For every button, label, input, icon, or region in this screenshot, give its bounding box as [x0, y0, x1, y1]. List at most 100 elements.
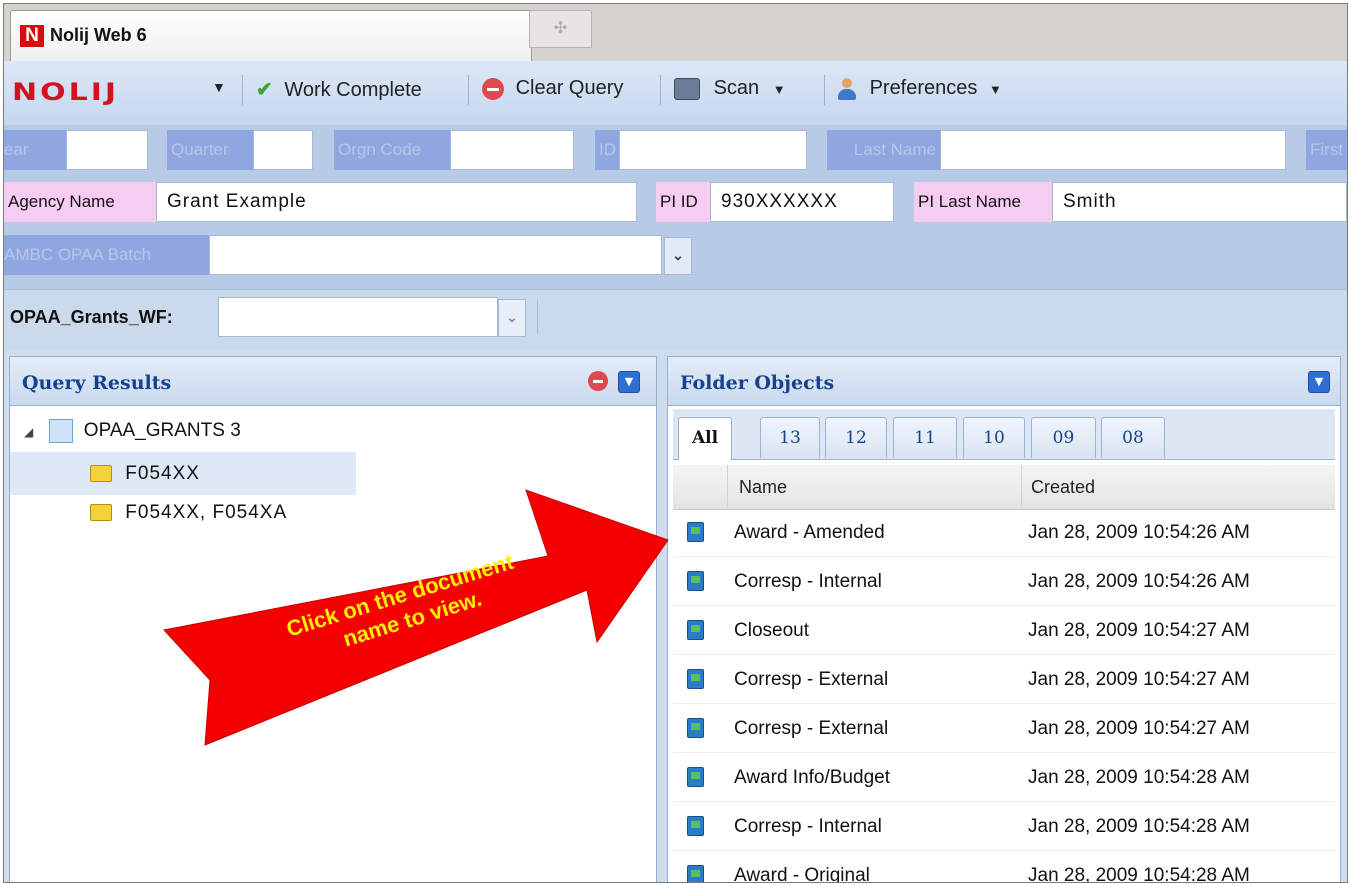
scan-button[interactable]: Scan ▼ — [674, 77, 786, 100]
tree-item-folder[interactable]: F054XX, F054XA — [90, 493, 287, 533]
folder-objects-panel: Folder Objects ▼ All 13 12 11 10 09 08 N… — [667, 356, 1341, 883]
document-name-link[interactable]: Corresp - Internal — [734, 558, 882, 605]
document-name-link[interactable]: Corresp - External — [734, 656, 888, 703]
batch-dropdown-button[interactable]: ⌄ — [664, 237, 692, 275]
workflow-bar: OPAA_Grants_WF: ⌄ — [4, 289, 1347, 350]
browser-tab-strip: N Nolij Web 6 ✣ — [4, 4, 1347, 62]
tab-09[interactable]: 09 — [1031, 417, 1096, 458]
id-input[interactable] — [619, 130, 807, 170]
document-icon — [687, 522, 704, 542]
toolbar-divider — [824, 75, 825, 105]
table-row[interactable]: Closeout Jan 28, 2009 10:54:27 AM — [673, 607, 1335, 655]
chevron-down-icon: ▼ — [988, 82, 1002, 97]
table-row[interactable]: Award - Original Jan 28, 2009 10:54:28 AM — [673, 852, 1335, 883]
batch-select[interactable] — [209, 235, 662, 275]
workflow-dropdown-button[interactable]: ⌄ — [498, 299, 526, 337]
query-form: Year Quarter Orgn Code ID Last Name Firs… — [4, 125, 1347, 289]
document-name-link[interactable]: Corresp - Internal — [734, 803, 882, 850]
folder-objects-header: Folder Objects ▼ — [668, 357, 1340, 406]
query-results-header: Query Results ▼ — [10, 357, 656, 406]
tab-nolij-web[interactable]: N Nolij Web 6 — [10, 10, 532, 62]
table-row[interactable]: Corresp - Internal Jan 28, 2009 10:54:26 … — [673, 558, 1335, 606]
document-created-date: Jan 28, 2009 10:54:28 AM — [1028, 865, 1250, 883]
stop-icon[interactable] — [588, 371, 608, 391]
table-row[interactable]: Corresp - Internal Jan 28, 2009 10:54:28 … — [673, 803, 1335, 851]
toolbar-divider — [660, 75, 661, 105]
tab-all[interactable]: All — [678, 417, 732, 460]
tab-title: Nolij Web 6 — [50, 25, 147, 45]
document-created-date: Jan 28, 2009 10:54:26 AM — [1028, 571, 1250, 592]
panel-menu-chevron-icon[interactable]: ▼ — [618, 371, 640, 393]
table-row[interactable]: Corresp - External Jan 28, 2009 10:54:27 … — [673, 656, 1335, 704]
work-complete-button[interactable]: ✔ Work Complete — [256, 77, 422, 102]
document-created-date: Jan 28, 2009 10:54:28 AM — [1028, 816, 1250, 837]
document-name-link[interactable]: Award Info/Budget — [734, 754, 890, 801]
quarter-label: Quarter — [167, 130, 253, 170]
last-name-input[interactable] — [940, 130, 1286, 170]
clear-query-button[interactable]: Clear Query — [482, 77, 623, 100]
main-toolbar: NOLIJ ▼ ✔ Work Complete Clear Query Scan… — [4, 61, 1347, 126]
tree-item-label: F054XX, F054XA — [125, 502, 288, 523]
document-created-date: Jan 28, 2009 10:54:27 AM — [1028, 620, 1250, 641]
year-label: Year — [4, 130, 66, 170]
document-created-date: Jan 28, 2009 10:54:26 AM — [1028, 522, 1250, 543]
nolij-logo: NOLIJ — [12, 78, 120, 107]
table-row[interactable]: Corresp - External Jan 28, 2009 10:54:27 … — [673, 705, 1335, 753]
orgn-code-input[interactable] — [450, 130, 574, 170]
document-icon — [687, 571, 704, 591]
chevron-down-icon: ⌄ — [506, 309, 518, 325]
orgn-code-label: Orgn Code — [334, 130, 450, 170]
document-name-link[interactable]: Award - Original — [734, 852, 870, 882]
tab-10[interactable]: 10 — [963, 417, 1025, 458]
document-icon — [687, 718, 704, 738]
pi-id-input[interactable]: 930XXXXXX — [710, 182, 894, 222]
pi-last-name-label: PI Last Name — [914, 182, 1052, 222]
folder-objects-title: Folder Objects — [680, 372, 835, 394]
table-row[interactable]: Award - Amended Jan 28, 2009 10:54:26 AM — [673, 509, 1335, 557]
scan-label: Scan — [713, 77, 760, 99]
document-icon — [687, 865, 704, 882]
table-row[interactable]: Award Info/Budget Jan 28, 2009 10:54:28 A… — [673, 754, 1335, 802]
document-name-link[interactable]: Closeout — [734, 607, 809, 654]
move-icon: ✣ — [553, 20, 568, 37]
first-name-label: First — [1306, 130, 1347, 170]
clear-query-label: Clear Query — [515, 77, 624, 99]
toolbar-divider — [468, 75, 469, 105]
preferences-label: Preferences — [869, 77, 978, 99]
workflow-label: OPAA_Grants_WF: — [10, 307, 173, 327]
document-created-date: Jan 28, 2009 10:54:27 AM — [1028, 669, 1250, 690]
quarter-input[interactable] — [253, 130, 313, 170]
tab-12[interactable]: 12 — [825, 417, 887, 458]
tree-item-folder[interactable]: F054XX — [90, 454, 200, 494]
work-complete-label: Work Complete — [284, 79, 422, 101]
column-divider — [727, 465, 728, 509]
document-name-link[interactable]: Corresp - External — [734, 705, 888, 752]
panel-menu-chevron-icon[interactable]: ▼ — [1308, 371, 1330, 393]
checkmark-icon: ✔ — [256, 79, 273, 101]
document-created-date: Jan 28, 2009 10:54:27 AM — [1028, 718, 1250, 739]
expand-triangle-icon: ◢ — [24, 425, 34, 439]
column-header-created[interactable]: Created — [1031, 477, 1095, 498]
last-name-label: Last Name — [827, 130, 940, 170]
tree-item-label: F054XX — [125, 463, 200, 484]
tree-root[interactable]: ◢ OPAA_GRANTS 3 — [24, 411, 241, 451]
logo-menu-chevron-icon[interactable]: ▼ — [212, 79, 226, 95]
query-results-title: Query Results — [22, 372, 172, 394]
new-tab-button[interactable]: ✣ — [529, 10, 592, 48]
pi-last-name-input[interactable]: Smith — [1052, 182, 1347, 222]
tab-13[interactable]: 13 — [760, 417, 820, 458]
tab-11[interactable]: 11 — [893, 417, 957, 458]
column-header-name[interactable]: Name — [739, 477, 787, 498]
agency-name-input[interactable]: Grant Example — [156, 182, 637, 222]
document-name-link[interactable]: Award - Amended — [734, 509, 885, 556]
database-icon — [48, 418, 73, 443]
tab-08[interactable]: 08 — [1101, 417, 1165, 458]
document-icon — [687, 767, 704, 787]
preferences-button[interactable]: Preferences ▼ — [836, 77, 1002, 100]
agency-name-label: Agency Name — [4, 182, 156, 222]
pi-id-label: PI ID — [656, 182, 710, 222]
document-icon — [687, 620, 704, 640]
year-input[interactable] — [66, 130, 148, 170]
workflow-select[interactable] — [218, 297, 498, 337]
nolij-logo-icon: N — [20, 25, 44, 47]
